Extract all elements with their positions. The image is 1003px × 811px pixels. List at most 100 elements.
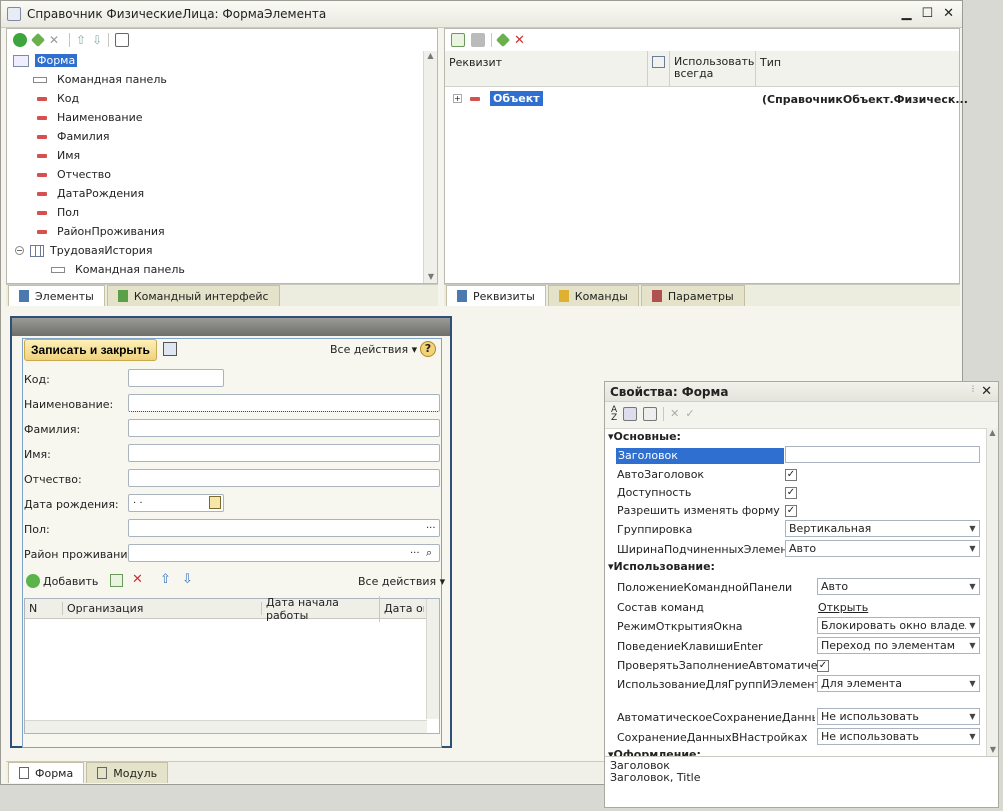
tree-item[interactable]: РайонПроживания	[57, 225, 165, 238]
tab-parameters[interactable]: Параметры	[640, 285, 745, 306]
tree-scrollbar[interactable]: ▲ ▼	[423, 51, 437, 283]
tree-item[interactable]: Командная панель	[75, 263, 185, 276]
delete-icon[interactable]: ✕	[49, 33, 63, 47]
tree-item[interactable]: Фамилия	[57, 130, 109, 143]
tab-requisites[interactable]: Реквизиты	[446, 285, 546, 306]
prop-grouping-select[interactable]: Вертикальная ▼	[785, 520, 980, 537]
prop-allow-change-checkbox[interactable]: ✓	[785, 505, 797, 517]
prop-command-set-link[interactable]: Открыть	[818, 601, 868, 614]
properties-scrollbar[interactable]: ▲ ▼	[986, 428, 998, 756]
tab-form[interactable]: Форма	[8, 762, 85, 783]
prop-children-width-select[interactable]: Авто ▼	[785, 540, 980, 557]
tree-item[interactable]: Код	[57, 92, 79, 105]
row-down-icon[interactable]: ⇩	[182, 572, 193, 587]
prop-autosave-select[interactable]: Не использовать ▼	[817, 708, 980, 725]
minimize-icon[interactable]: ▁	[901, 6, 911, 21]
tree-root-form[interactable]: Форма	[35, 54, 78, 67]
prop-window-mode-select[interactable]: Блокировать окно владельц ▼	[817, 617, 980, 634]
sort-alpha-icon[interactable]: AZ	[611, 405, 617, 422]
prop-enabled-checkbox[interactable]: ✓	[785, 487, 797, 499]
table-icon[interactable]	[115, 33, 130, 47]
move-down-icon[interactable]: ⇩	[92, 33, 102, 47]
search-icon[interactable]: ⌕	[426, 546, 432, 560]
add-row-button[interactable]: Добавить	[43, 575, 98, 588]
prop-enter-behavior-select[interactable]: Переход по элементам ▼	[817, 637, 980, 654]
prop-autotitle-checkbox[interactable]: ✓	[785, 469, 797, 481]
prop-title-value[interactable]	[785, 446, 980, 463]
table-all-actions-menu[interactable]: Все действия ▾	[358, 575, 445, 588]
prop-usage-groups-select[interactable]: Для элемента ▼	[817, 675, 980, 692]
district-select-button[interactable]: ...	[410, 545, 420, 556]
help-button[interactable]: ?	[420, 341, 436, 357]
gender-input[interactable]	[128, 519, 440, 537]
expand-icon[interactable]: +	[453, 94, 462, 103]
categories-icon[interactable]	[623, 406, 638, 421]
column-use-always[interactable]: Использовать всегда	[670, 51, 756, 86]
save-icon[interactable]	[163, 342, 177, 356]
add-icon[interactable]	[13, 33, 27, 47]
tree-item[interactable]: Пол	[57, 206, 79, 219]
delete-icon[interactable]: ✕	[514, 33, 525, 48]
prop-autotitle: АвтоЗаголовок	[617, 468, 705, 481]
prop-auto-check-checkbox[interactable]: ✓	[817, 660, 829, 672]
all-actions-menu[interactable]: Все действия ▾	[330, 343, 417, 356]
tree-item[interactable]: Командная панель	[57, 73, 167, 86]
section-usage[interactable]: ▾Использование:	[608, 560, 715, 573]
name-input[interactable]	[128, 394, 440, 412]
section-basic[interactable]: ▾Основные:	[608, 430, 681, 443]
district-input[interactable]	[128, 544, 440, 562]
gender-select-button[interactable]: ...	[426, 520, 436, 531]
tab-elements[interactable]: Элементы	[8, 285, 105, 306]
calendar-icon[interactable]	[209, 496, 221, 509]
save-close-button[interactable]: Записать и закрыть	[24, 339, 157, 361]
edit-icon[interactable]	[495, 32, 511, 48]
firstname-input[interactable]	[128, 444, 440, 462]
maximize-icon[interactable]: ☐	[921, 6, 933, 21]
table-vscrollbar[interactable]	[426, 599, 439, 719]
column-start-date[interactable]: Дата начала работы	[262, 595, 380, 622]
add-requisite-icon[interactable]	[451, 33, 465, 47]
prop-command-bar-position-select[interactable]: Авто ▼	[817, 578, 980, 595]
prop-save-settings-select[interactable]: Не использовать ▼	[817, 728, 980, 745]
edit-icon[interactable]	[30, 32, 46, 48]
table-node-icon	[30, 244, 44, 257]
column-organization[interactable]: Организация	[63, 602, 262, 615]
section-appearance[interactable]: ▾Оформление:	[608, 748, 701, 756]
object-icon	[470, 96, 480, 101]
prop-save-settings: СохранениеДанныхВНастройках	[617, 731, 808, 744]
clear-icon[interactable]: ✕	[670, 407, 679, 420]
tab-command-interface[interactable]: Командный интерфейс	[106, 285, 280, 306]
delete-row-icon[interactable]: ✕	[132, 572, 143, 587]
code-input[interactable]	[128, 369, 224, 387]
add-column-icon[interactable]	[471, 33, 485, 47]
properties-close-icon[interactable]: ✕	[981, 384, 992, 399]
table-hscrollbar[interactable]	[25, 720, 427, 733]
move-up-icon[interactable]: ⇧	[76, 33, 86, 47]
tree-item-table[interactable]: ТрудоваяИстория	[50, 244, 153, 257]
tab-module[interactable]: Модуль	[86, 762, 169, 783]
tree-item[interactable]: Имя	[57, 149, 80, 162]
column-end-date[interactable]: Дата ок	[380, 602, 424, 615]
add-row-icon[interactable]	[26, 574, 40, 588]
requisite-object[interactable]: Объект	[490, 91, 543, 106]
surname-input[interactable]	[128, 419, 440, 437]
pin-icon[interactable]: ⫶	[972, 385, 974, 395]
tree-item[interactable]: ДатаРождения	[57, 187, 144, 200]
close-icon[interactable]: ✕	[943, 6, 954, 21]
left-tabs: Элементы Командный интерфейс	[6, 284, 438, 306]
collapse-icon[interactable]: −	[15, 246, 24, 255]
accept-icon[interactable]: ✓	[685, 407, 694, 420]
tree-item[interactable]: Наименование	[57, 111, 142, 124]
filter-icon[interactable]	[643, 406, 658, 421]
prop-title[interactable]: Заголовок	[616, 447, 784, 464]
tab-commands[interactable]: Команды	[547, 285, 639, 306]
row-up-icon[interactable]: ⇧	[160, 572, 171, 587]
column-n[interactable]: N	[25, 602, 63, 615]
tree-item[interactable]: Отчество	[57, 168, 111, 181]
column-type[interactable]: Тип	[756, 51, 785, 86]
column-requisite[interactable]: Реквизит	[445, 51, 648, 86]
copy-row-icon[interactable]	[110, 574, 123, 587]
label-name: Наименование:	[24, 398, 114, 411]
patronymic-input[interactable]	[128, 469, 440, 487]
chevron-down-icon: ▼	[969, 582, 976, 591]
